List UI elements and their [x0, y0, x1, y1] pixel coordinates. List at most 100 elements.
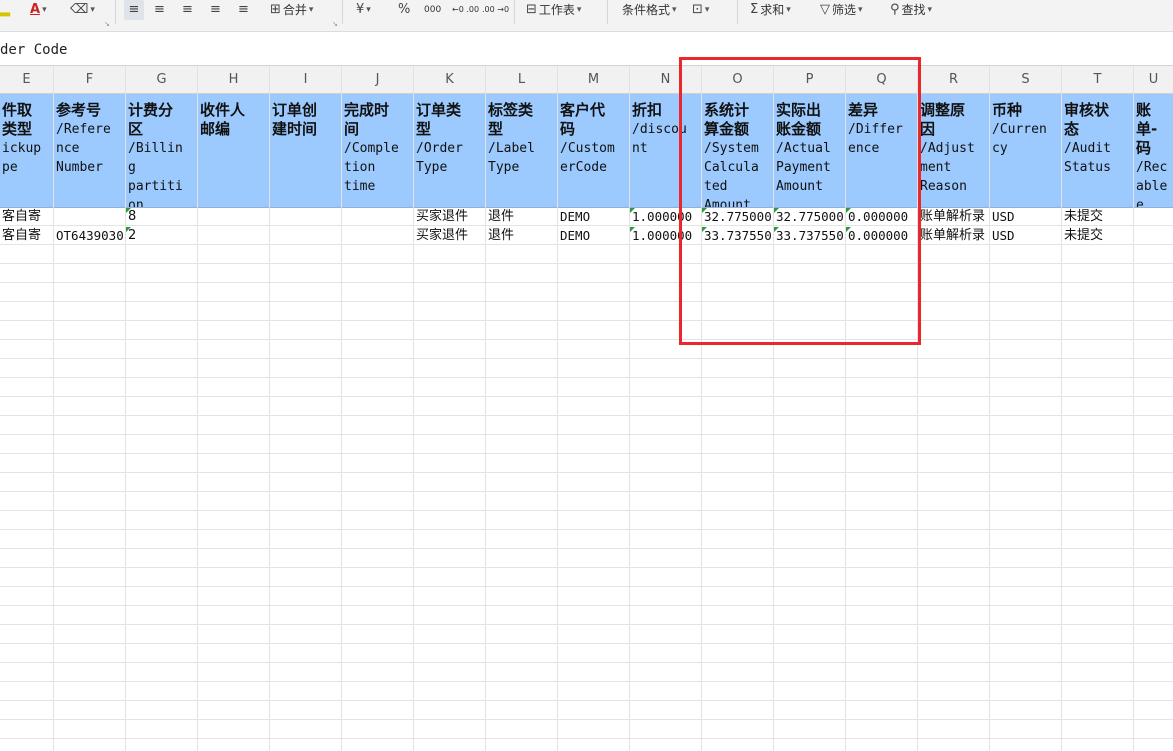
data-cell[interactable]: 未提交: [1062, 227, 1133, 246]
percent-button[interactable]: %: [398, 0, 410, 20]
data-cell[interactable]: [342, 227, 413, 246]
data-cell[interactable]: DEMO: [558, 208, 629, 227]
header-cell-R[interactable]: 调整原 因/Adjust ment Reason: [918, 94, 989, 208]
column-J[interactable]: J 完成时 间/Comple tion time: [342, 66, 414, 751]
header-cell-J[interactable]: 完成时 间/Comple tion time: [342, 94, 413, 208]
header-cell-L[interactable]: 标签类 型/Label Type: [486, 94, 557, 208]
column-M[interactable]: M 客户代 码/Custom erCode DEMO DEMO: [558, 66, 630, 751]
column-header-N[interactable]: N: [630, 66, 701, 94]
data-cell[interactable]: 退件: [486, 227, 557, 246]
formula-bar[interactable]: der Code: [0, 32, 1173, 66]
column-L[interactable]: L 标签类 型/Label Type 退件 退件: [486, 66, 558, 751]
data-cell[interactable]: 账单解析录: [918, 208, 989, 227]
thousands-separator-button[interactable]: 000: [424, 0, 441, 20]
data-cell[interactable]: 买家退件: [414, 208, 485, 227]
data-cell[interactable]: 退件: [486, 208, 557, 227]
column-header-R[interactable]: R: [918, 66, 989, 94]
column-header-P[interactable]: P: [774, 66, 845, 94]
header-cell-K[interactable]: 订单类 型/Order Type: [414, 94, 485, 208]
header-cell-P[interactable]: 实际出 账金额/Actual Payment Amount: [774, 94, 845, 208]
data-cell[interactable]: 32.775000: [774, 208, 845, 227]
data-cell[interactable]: DEMO: [558, 227, 629, 246]
header-cell-I[interactable]: 订单创 建时间: [270, 94, 341, 208]
column-header-J[interactable]: J: [342, 66, 413, 94]
column-header-Q[interactable]: Q: [846, 66, 917, 94]
column-H[interactable]: H 收件人 邮编: [198, 66, 270, 751]
data-cell[interactable]: 未提交: [1062, 208, 1133, 227]
data-cell[interactable]: [1134, 227, 1173, 246]
column-G[interactable]: G 计费分 区/Billin g partiti on 8 2: [126, 66, 198, 751]
header-cell-N[interactable]: 折扣/discou nt: [630, 94, 701, 208]
data-cell[interactable]: 1.000000: [630, 208, 701, 227]
column-header-F[interactable]: F: [54, 66, 125, 94]
header-cell-G[interactable]: 计费分 区/Billin g partiti on: [126, 94, 197, 208]
column-header-L[interactable]: L: [486, 66, 557, 94]
sum-button[interactable]: Σ 求和 ▾: [750, 0, 791, 20]
filter-button[interactable]: ▽ 筛选 ▾: [820, 0, 863, 20]
header-cell-S[interactable]: 币种/Curren cy: [990, 94, 1061, 208]
borders-button[interactable]: ⊡ ▾: [692, 0, 709, 20]
column-header-K[interactable]: K: [414, 66, 485, 94]
fill-color-button[interactable]: ▂: [0, 0, 10, 20]
data-cell[interactable]: USD: [990, 208, 1061, 227]
header-cell-H[interactable]: 收件人 邮编: [198, 94, 269, 208]
data-cell[interactable]: 账单解析录: [918, 227, 989, 246]
column-header-M[interactable]: M: [558, 66, 629, 94]
column-header-I[interactable]: I: [270, 66, 341, 94]
data-cell[interactable]: OT6439030: [54, 227, 125, 246]
column-O[interactable]: O 系统计 算金额/System Calcula ted Amount 32.775…: [702, 66, 774, 751]
font-color-button[interactable]: A ▾: [30, 0, 47, 20]
decrease-decimal-button[interactable]: .00 →0: [482, 0, 509, 20]
header-cell-O[interactable]: 系统计 算金额/System Calcula ted Amount: [702, 94, 773, 208]
column-I[interactable]: I 订单创 建时间: [270, 66, 342, 751]
header-cell-T[interactable]: 审核状 态/Audit Status: [1062, 94, 1133, 208]
data-cell[interactable]: [54, 208, 125, 227]
dialog-launcher-icon[interactable]: ↘: [332, 20, 338, 28]
dialog-launcher-icon[interactable]: ↘: [104, 20, 110, 28]
column-header-U[interactable]: U: [1134, 66, 1173, 94]
data-cell[interactable]: 0.000000: [846, 208, 917, 227]
data-cell[interactable]: 32.775000: [702, 208, 773, 227]
data-cell[interactable]: [198, 208, 269, 227]
column-header-G[interactable]: G: [126, 66, 197, 94]
align-left-button[interactable]: ≡: [124, 0, 144, 20]
data-cell[interactable]: 33.737550: [774, 227, 845, 246]
data-cell[interactable]: [342, 208, 413, 227]
data-cell[interactable]: [198, 227, 269, 246]
currency-button[interactable]: ¥ ▾: [356, 0, 371, 20]
column-S[interactable]: S 币种/Curren cy USD USD: [990, 66, 1062, 751]
data-cell[interactable]: 8: [126, 208, 197, 227]
column-header-H[interactable]: H: [198, 66, 269, 94]
column-header-T[interactable]: T: [1062, 66, 1133, 94]
worksheet-button[interactable]: ⊟ 工作表 ▾: [526, 0, 581, 20]
data-cell[interactable]: USD: [990, 227, 1061, 246]
data-cell[interactable]: 1.000000: [630, 227, 701, 246]
column-F[interactable]: F 参考号/Refere nce Number OT6439030: [54, 66, 126, 751]
header-cell-M[interactable]: 客户代 码/Custom erCode: [558, 94, 629, 208]
justify-button[interactable]: ≡: [210, 0, 221, 20]
align-right-button[interactable]: ≡: [182, 0, 193, 20]
data-cell[interactable]: 33.737550: [702, 227, 773, 246]
column-E[interactable]: E 件取 类型 ickup pe 客自寄 客自寄: [0, 66, 54, 751]
column-P[interactable]: P 实际出 账金额/Actual Payment Amount 32.775000 3…: [774, 66, 846, 751]
increase-decimal-button[interactable]: ←0 .00: [452, 0, 479, 20]
column-N[interactable]: N 折扣/discou nt 1.000000 1.000000: [630, 66, 702, 751]
formula-content[interactable]: der Code: [0, 42, 67, 58]
column-header-O[interactable]: O: [702, 66, 773, 94]
data-cell[interactable]: 客自寄: [0, 208, 53, 227]
align-center-button[interactable]: ≡: [154, 0, 165, 20]
data-cell[interactable]: 客自寄: [0, 227, 53, 246]
data-cell[interactable]: 0.000000: [846, 227, 917, 246]
column-R[interactable]: R 调整原 因/Adjust ment Reason 账单解析录 账单解析录: [918, 66, 990, 751]
clear-format-button[interactable]: ⌫ ▾: [70, 0, 95, 20]
header-cell-Q[interactable]: 差异/Differ ence: [846, 94, 917, 208]
column-header-E[interactable]: E: [0, 66, 53, 94]
merge-button[interactable]: ⊞ 合并 ▾: [270, 0, 313, 20]
header-cell-F[interactable]: 参考号/Refere nce Number: [54, 94, 125, 208]
data-cell[interactable]: [1134, 208, 1173, 227]
column-header-S[interactable]: S: [990, 66, 1061, 94]
header-cell-E[interactable]: 件取 类型 ickup pe: [0, 94, 53, 208]
conditional-format-button[interactable]: 条件格式 ▾: [622, 0, 677, 20]
column-T[interactable]: T 审核状 态/Audit Status 未提交 未提交: [1062, 66, 1134, 751]
data-cell[interactable]: [270, 227, 341, 246]
